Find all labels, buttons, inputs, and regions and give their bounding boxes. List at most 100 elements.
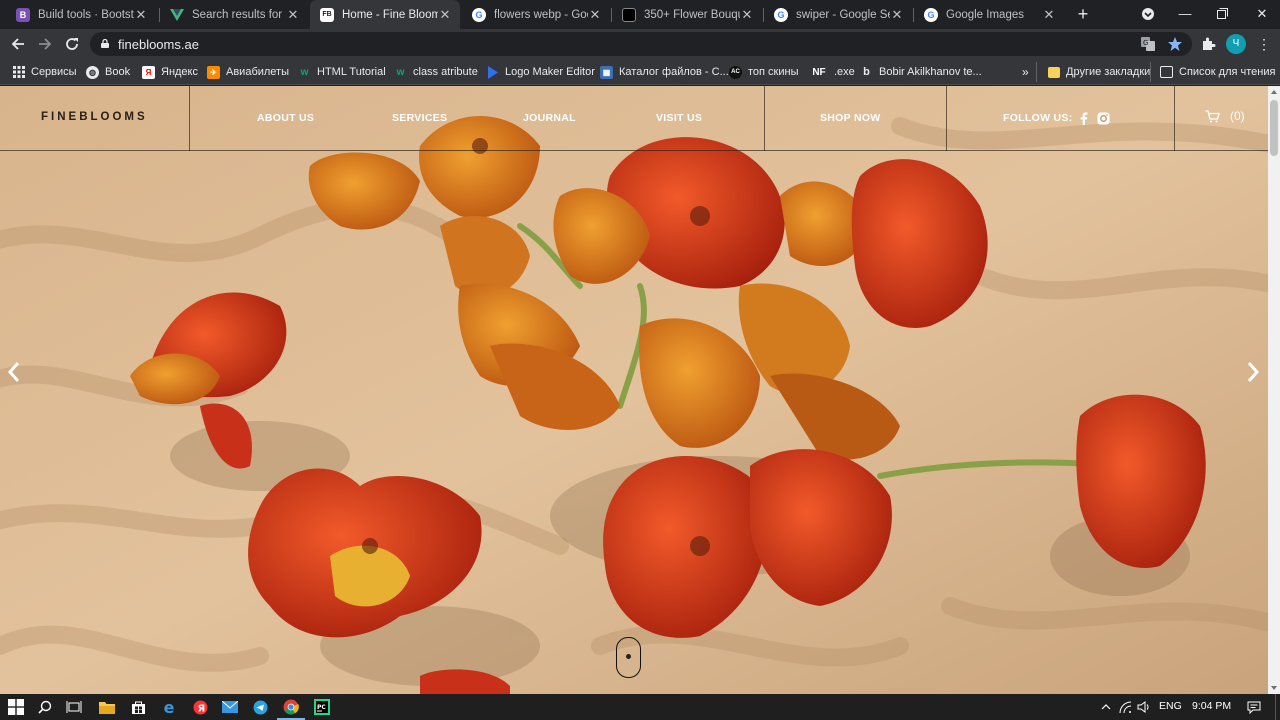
vue-icon <box>170 8 184 22</box>
minimize-button[interactable]: — <box>1175 4 1195 24</box>
file-explorer-button[interactable] <box>97 697 117 717</box>
nav-journal[interactable]: JOURNAL <box>523 112 576 124</box>
cart-button[interactable]: (0) <box>1205 109 1245 123</box>
instagram-icon[interactable] <box>1097 112 1110 125</box>
windows-icon <box>8 699 24 715</box>
network-button[interactable] <box>1116 697 1136 717</box>
browser-toolbar: fineblooms.ae G Ч ⋮ <box>0 29 1280 59</box>
store-button[interactable] <box>128 697 148 717</box>
slider-prev-button[interactable] <box>5 361 23 387</box>
tab-flowers-webp[interactable]: G flowers webp - Google ✕ <box>462 0 610 29</box>
reading-list[interactable]: Список для чтения <box>1160 63 1275 81</box>
chevron-up-icon <box>1101 704 1111 710</box>
bookmark-label: HTML Tutorial <box>317 66 386 78</box>
mail-button[interactable] <box>220 697 240 717</box>
forward-button[interactable] <box>35 34 55 54</box>
bookmark-label: .exe <box>834 66 855 78</box>
bookmark-aviasales[interactable]: ✈ Авиабилеты <box>207 63 289 81</box>
bookmark-services[interactable]: Сервисы <box>12 63 77 81</box>
slider-next-button[interactable] <box>1244 361 1262 387</box>
profile-avatar[interactable]: Ч <box>1226 34 1246 54</box>
bookmark-yandex[interactable]: Я Яндекс <box>142 63 198 81</box>
tab-search-results[interactable]: Search results for Shi ✕ <box>160 0 308 29</box>
chevron-right-icon <box>1247 362 1260 382</box>
menu-button[interactable]: ⋮ <box>1254 34 1274 54</box>
nav-shop-now[interactable]: SHOP NOW <box>820 112 881 124</box>
close-icon[interactable]: ✕ <box>588 7 602 23</box>
cart-count: (0) <box>1230 109 1245 123</box>
bookmark-label: Bobir Akilkhanov te... <box>879 66 982 78</box>
bookmark-label: Список для чтения <box>1179 66 1276 78</box>
fineblooms-icon: FB <box>320 7 334 22</box>
nav-about-us[interactable]: ABOUT US <box>257 112 314 124</box>
address-bar[interactable]: fineblooms.ae G <box>90 32 1192 56</box>
bootstrap-icon: B <box>16 7 30 22</box>
nav-visit-us[interactable]: VISIT US <box>656 112 702 124</box>
close-icon[interactable]: ✕ <box>134 7 148 23</box>
facebook-icon[interactable] <box>1080 112 1088 125</box>
tab-flower-bouquet[interactable]: 350+ Flower Bouquet ✕ <box>612 0 762 29</box>
store-icon <box>131 701 145 714</box>
language-indicator[interactable]: ENG <box>1159 700 1182 712</box>
restore-button[interactable] <box>1212 4 1232 24</box>
task-view-icon <box>66 701 82 713</box>
tab-title: flowers webp - Google <box>494 8 588 21</box>
svg-text:PC: PC <box>317 704 326 711</box>
close-icon[interactable]: ✕ <box>890 7 904 23</box>
bookmark-label: class atribute <box>413 66 478 78</box>
yandex-browser-button[interactable]: Я <box>190 697 210 717</box>
bookmarks-bar: Сервисы ◍ Book Я Яндекс ✈ Авиабилеты w H… <box>0 59 1280 85</box>
close-icon[interactable]: ✕ <box>1042 7 1056 23</box>
close-icon[interactable]: ✕ <box>286 7 300 23</box>
w3schools-icon: w <box>396 66 405 78</box>
volume-button[interactable] <box>1134 697 1154 717</box>
site-logo[interactable]: FINEBLOOMS <box>41 111 148 123</box>
url-text[interactable]: fineblooms.ae <box>118 37 199 52</box>
bookmark-book[interactable]: ◍ Book <box>86 63 130 81</box>
scroll-down-mouse-icon[interactable] <box>616 637 641 678</box>
close-icon[interactable]: ✕ <box>740 7 754 23</box>
bookmark-bobir[interactable]: b Bobir Akilkhanov te... <box>860 63 982 81</box>
follow-us-label: FOLLOW US: <box>1003 112 1073 124</box>
site-header: FINEBLOOMS ABOUT US SERVICES JOURNAL VIS… <box>0 86 1268 151</box>
reload-icon <box>66 38 78 50</box>
telegram-button[interactable] <box>250 697 270 717</box>
task-view-button[interactable] <box>64 697 84 717</box>
notification-icon <box>1247 701 1261 714</box>
bookmark-catalog[interactable]: ▦ Каталог файлов - С... <box>600 63 729 81</box>
tab-bootstrap[interactable]: B Build tools · Bootstrap ✕ <box>6 0 156 29</box>
bookmark-html-tutorial[interactable]: w HTML Tutorial <box>298 63 386 81</box>
pycharm-button[interactable]: PC <box>312 697 332 717</box>
nav-services[interactable]: SERVICES <box>392 112 447 124</box>
edge-icon: e <box>163 697 175 717</box>
chrome-button[interactable] <box>277 697 305 720</box>
tab-swiper[interactable]: G swiper - Google Searc ✕ <box>764 0 912 29</box>
bookmark-class-attribute[interactable]: w class atribute <box>394 63 478 81</box>
bookmark-exe[interactable]: NF .exe <box>810 63 855 81</box>
close-window-button[interactable]: ✕ <box>1252 4 1272 24</box>
bookmark-logo-maker[interactable]: Logo Maker Editor <box>486 63 595 81</box>
edge-button[interactable]: e <box>159 697 179 717</box>
close-icon[interactable]: ✕ <box>438 7 452 23</box>
catalog-icon: ▦ <box>600 65 613 79</box>
search-button[interactable] <box>35 697 55 717</box>
bookmarks-overflow-button[interactable]: » <box>1022 63 1029 81</box>
tab-google-images[interactable]: G Google Images ✕ <box>914 0 1064 29</box>
notifications-button[interactable] <box>1244 697 1264 717</box>
page-scrollbar[interactable] <box>1268 86 1280 694</box>
windows-taskbar: e Я PC ENG 9:04 PM <box>0 694 1280 720</box>
back-button[interactable] <box>8 34 28 54</box>
new-tab-button[interactable]: + <box>1074 4 1092 24</box>
reload-button[interactable] <box>62 34 82 54</box>
scrollbar-thumb[interactable] <box>1270 100 1278 156</box>
start-button[interactable] <box>6 697 26 717</box>
tray-expand-button[interactable] <box>1096 697 1116 717</box>
translate-icon: G <box>1141 37 1155 51</box>
tab-fine-blooms[interactable]: FB Home - Fine Blooms ✕ <box>310 0 460 29</box>
clock[interactable]: 9:04 PM <box>1192 700 1231 712</box>
globe-icon: ◍ <box>86 65 99 79</box>
bookmark-top-skins[interactable]: AC топ скины <box>729 63 798 81</box>
search-icon <box>38 700 52 714</box>
tab-search-button[interactable] <box>1138 4 1158 24</box>
other-bookmarks[interactable]: Другие закладки <box>1048 63 1150 81</box>
